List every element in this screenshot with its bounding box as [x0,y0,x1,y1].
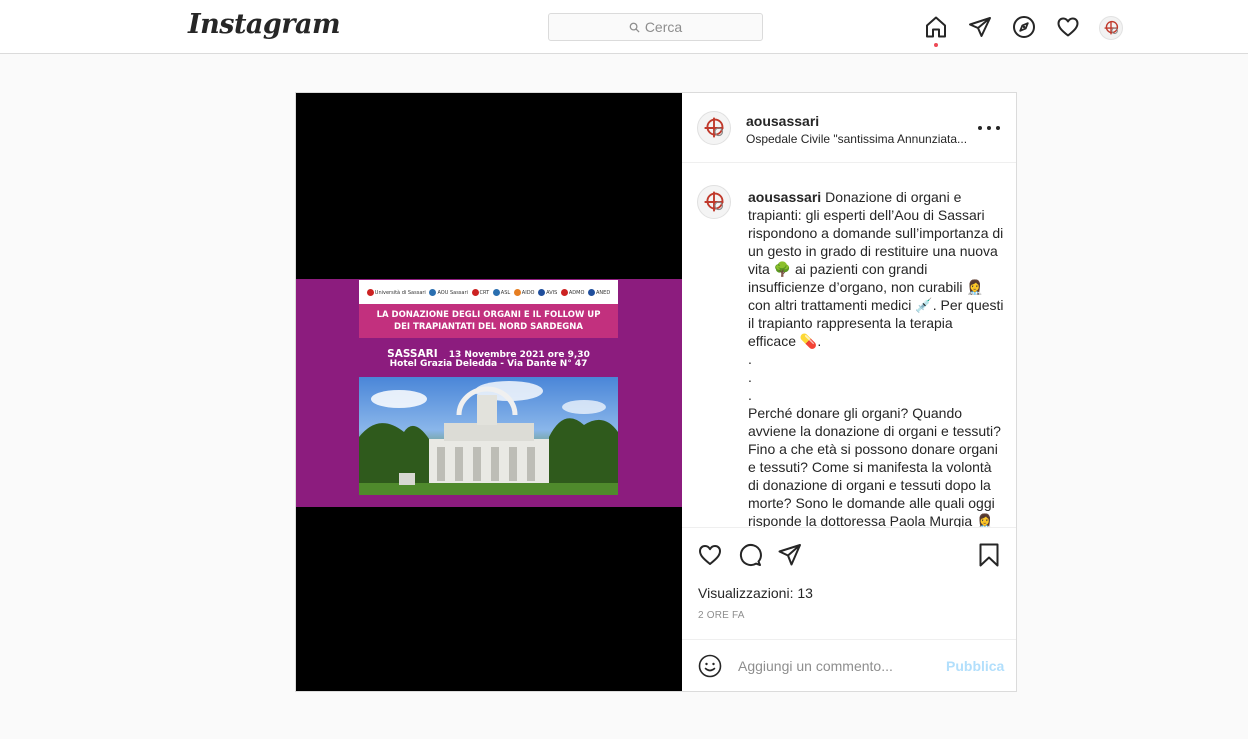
sponsor-logo: CRT [471,288,489,296]
profile-avatar[interactable] [1099,16,1123,40]
post-media[interactable]: Università di Sassari AOU Sassari CRT AS… [296,93,682,691]
sponsor-logo: Università di Sassari [366,288,426,296]
fountain-illustration [359,381,618,495]
publish-button[interactable]: Pubblica [946,658,1004,674]
comment-bubble-icon[interactable] [737,542,763,568]
emoji-smiley-icon[interactable] [698,654,722,678]
aou-logo-icon [704,191,724,212]
home-active-dot [934,43,938,47]
like-heart-icon[interactable] [697,542,723,568]
sponsor-logo: ASL [492,288,510,296]
views-count[interactable]: Visualizzazioni: 13 [698,585,813,601]
caption-text: Donazione di organi e trapianti: gli esp… [748,189,1004,527]
explore-icon[interactable] [1012,15,1036,39]
views-label: Visualizzazioni: [698,585,794,601]
search-box[interactable]: Cerca [548,13,763,41]
post-card: Università di Sassari AOU Sassari CRT AS… [295,92,1017,692]
poster-title-line1: LA DONAZIONE DEGLI ORGANI E IL FOLLOW UP [376,310,601,320]
add-comment-bar: Pubblica [682,639,1016,691]
fountain-photo [359,377,618,495]
home-icon[interactable] [924,15,948,39]
comments-area[interactable]: aousassari Donazione di organi e trapiant… [682,164,1016,527]
search-icon [629,22,640,33]
post-actions: Visualizzazioni: 13 2 ORE FA [682,527,1016,639]
poster-title-banner: LA DONAZIONE DEGLI ORGANI E IL FOLLOW UP… [359,304,618,338]
top-navbar: Instagram Cerca [0,0,1248,54]
bookmark-icon[interactable] [976,542,1002,568]
comment-input[interactable] [738,655,938,677]
caption-author-avatar[interactable] [697,185,731,219]
share-icon[interactable] [777,542,803,568]
more-options-icon[interactable] [978,118,1000,138]
sponsor-logo: AVIS [538,288,557,296]
instagram-logo[interactable]: Instagram [188,9,341,40]
activity-heart-icon[interactable] [1056,15,1080,39]
aou-logo-icon [1104,20,1119,35]
post-side-panel: aousassari Ospedale Civile "santissima A… [682,93,1016,691]
poster-sponsor-logos: Università di Sassari AOU Sassari CRT AS… [359,280,618,304]
sponsor-logo: ANED [588,288,610,296]
post-caption: aousassari Donazione di organi e trapiant… [748,188,1004,527]
poster-venue: Hotel Grazia Deledda - Via Dante N° 47 [389,359,588,369]
post-location[interactable]: Ospedale Civile "santissima Annunziata..… [746,132,967,146]
direct-icon[interactable] [968,15,992,39]
post-header: aousassari Ospedale Civile "santissima A… [682,93,1016,163]
sponsor-logo: ADMO [560,288,584,296]
author-avatar[interactable] [697,111,731,145]
caption-username[interactable]: aousassari [748,189,821,205]
sponsor-logo: AOU Sassari [429,288,468,296]
event-poster: Università di Sassari AOU Sassari CRT AS… [296,279,682,507]
search-placeholder: Cerca [644,19,683,35]
views-number: 13 [797,585,813,601]
post-timestamp[interactable]: 2 ORE FA [698,610,745,621]
aou-logo-icon [704,117,724,138]
poster-title-line2: DEI TRAPIANTATI DEL NORD SARDEGNA [394,322,583,332]
author-username[interactable]: aousassari [746,113,819,129]
sponsor-logo: AIDO [513,288,534,296]
